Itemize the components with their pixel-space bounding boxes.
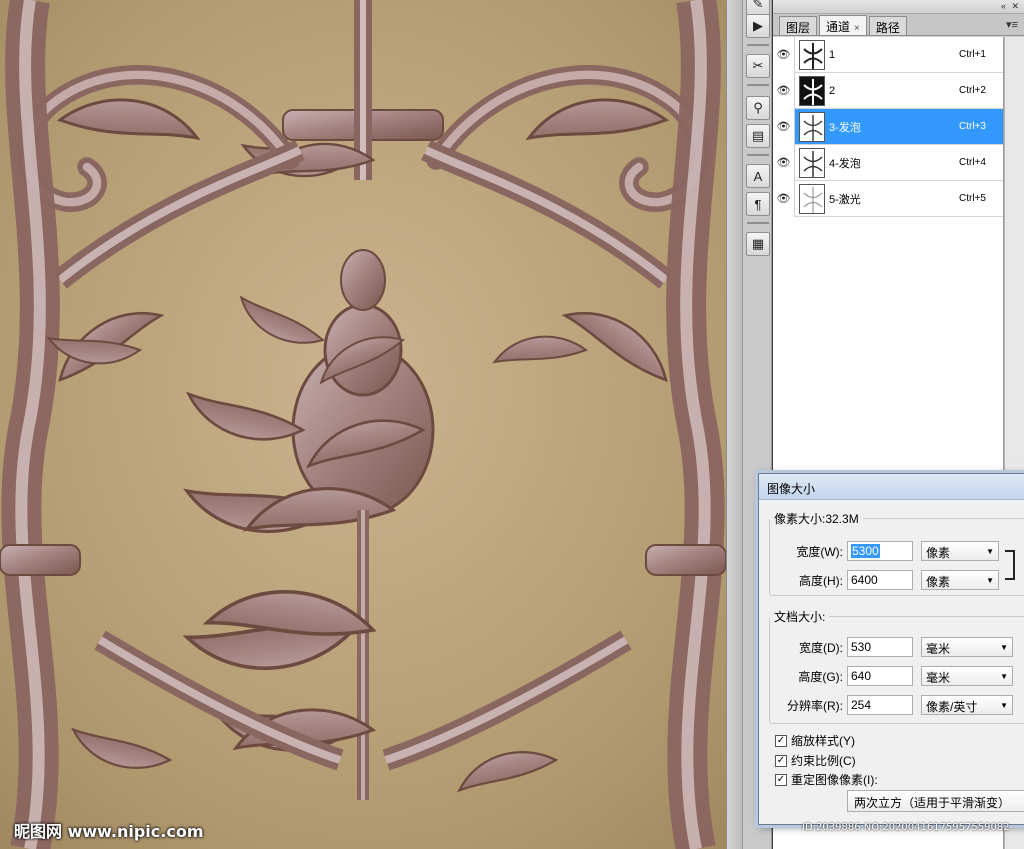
interpolation-select[interactable]: 两次立方（适用于平滑渐变） [847, 790, 1024, 812]
panel-header: « ✕ [773, 0, 1024, 14]
panel-tabbar: 图层 通道 × 路径 ▾≡ [773, 14, 1024, 36]
channel-shortcut: Ctrl+5 [959, 193, 986, 204]
scale-styles-checkbox[interactable]: ✓ 缩放样式(Y) [775, 732, 855, 749]
doc-height-label: 高度(G): [798, 669, 843, 684]
resolution-label: 分辨率(R): [787, 698, 843, 713]
channel-shortcut: Ctrl+3 [959, 121, 986, 132]
channel-row-selected[interactable]: 👁 3-发泡 Ctrl+3 [773, 108, 1003, 145]
doc-height-unit-select[interactable]: 毫米 ▼ [921, 666, 1013, 686]
eye-icon[interactable]: 👁 [773, 108, 795, 145]
watermark-site: 昵图网 www.nipic.com [14, 822, 204, 841]
pixel-dimensions-legend: 像素大小:32.3M [774, 512, 859, 526]
channel-name: 3-发泡 [829, 121, 861, 134]
canvas-scroll-gutter [726, 0, 742, 849]
doc-height-input[interactable]: 640 [847, 666, 913, 686]
document-canvas[interactable] [0, 0, 726, 849]
doc-width-unit-select[interactable]: 毫米 ▼ [921, 637, 1013, 657]
channel-name: 2 [829, 84, 836, 97]
tab-paths[interactable]: 路径 [868, 16, 907, 35]
tab-channels[interactable]: 通道 × [819, 15, 867, 35]
tools-crossed-icon[interactable]: ✂ [746, 54, 770, 78]
eye-icon[interactable]: 👁 [773, 36, 795, 73]
channel-name: 4-发泡 [829, 157, 861, 170]
checkmark-icon: ✓ [775, 754, 787, 767]
resample-checkbox[interactable]: ✓ 重定图像像素(I): [775, 771, 878, 788]
document-size-legend: 文档大小: [774, 610, 826, 624]
channel-row[interactable]: 👁 5-激光 Ctrl+5 [773, 180, 1003, 217]
channel-name: 5-激光 [829, 193, 861, 206]
paragraph-icon[interactable]: ¶ [746, 192, 770, 216]
channel-row[interactable]: 👁 4-发泡 Ctrl+4 [773, 144, 1003, 181]
watermark-id: ID:2039886 NO:20200416175957559082 [802, 822, 1010, 833]
channel-shortcut: Ctrl+2 [959, 85, 986, 96]
panel-menu-icon[interactable]: ▾≡ [1006, 18, 1018, 31]
checkmark-icon: ✓ [775, 734, 787, 747]
channel-thumbnail [799, 75, 825, 106]
channel-row[interactable]: 👁 1 Ctrl+1 [773, 36, 1003, 73]
doc-width-input[interactable]: 530 [847, 637, 913, 657]
channel-shortcut: Ctrl+4 [959, 157, 986, 168]
dialog-title: 图像大小 [759, 474, 1024, 500]
channel-row[interactable]: 👁 2 Ctrl+2 [773, 72, 1003, 109]
doc-width-label: 宽度(D): [799, 640, 843, 655]
checkmark-icon: ✓ [775, 773, 787, 786]
link-bracket-icon [1005, 550, 1015, 580]
height-label: 高度(H): [799, 573, 843, 588]
tab-close-icon[interactable]: × [854, 23, 860, 34]
eye-icon[interactable]: 👁 [773, 180, 795, 217]
height-unit-select[interactable]: 像素 ▼ [921, 570, 999, 590]
channel-thumbnail [799, 183, 825, 214]
chevron-down-icon: ▼ [986, 547, 994, 556]
chevron-down-icon: ▼ [1000, 701, 1008, 710]
channel-thumbnail [799, 147, 825, 178]
width-input[interactable]: 5300 [847, 541, 913, 561]
channel-thumbnail [799, 39, 825, 70]
channel-name: 1 [829, 48, 836, 61]
constrain-proportions-checkbox[interactable]: ✓ 约束比例(C) [775, 752, 856, 769]
notes-icon[interactable]: ▦ [746, 232, 770, 256]
eye-icon[interactable]: 👁 [773, 144, 795, 181]
tab-layers[interactable]: 图层 [779, 16, 818, 35]
close-panel-icon[interactable]: ✕ [1011, 1, 1019, 12]
character-icon[interactable]: A [746, 164, 770, 188]
eye-icon[interactable]: 👁 [773, 72, 795, 109]
damask-artwork [0, 0, 726, 849]
height-input[interactable]: 6400 [847, 570, 913, 590]
width-unit-select[interactable]: 像素 ▼ [921, 541, 999, 561]
chevron-down-icon: ▼ [1000, 672, 1008, 681]
resolution-input[interactable]: 254 [847, 695, 913, 715]
chevron-down-icon: ▼ [986, 576, 994, 585]
resolution-unit-select[interactable]: 像素/英寸 ▼ [921, 695, 1013, 715]
channel-shortcut: Ctrl+1 [959, 49, 986, 60]
clone-source-icon[interactable]: ⚲ [746, 96, 770, 120]
width-label: 宽度(W): [796, 544, 843, 559]
stamp-icon[interactable]: ▤ [746, 124, 770, 148]
channel-thumbnail [799, 111, 825, 142]
play-action-icon[interactable]: ▶ [746, 14, 770, 38]
chevron-down-icon: ▼ [1000, 643, 1008, 652]
collapse-icon[interactable]: « [1001, 1, 1006, 11]
image-size-dialog: 图像大小 像素大小:32.3M 宽度(W): 5300 像素 ▼ 高度(H): 6… [758, 473, 1024, 825]
